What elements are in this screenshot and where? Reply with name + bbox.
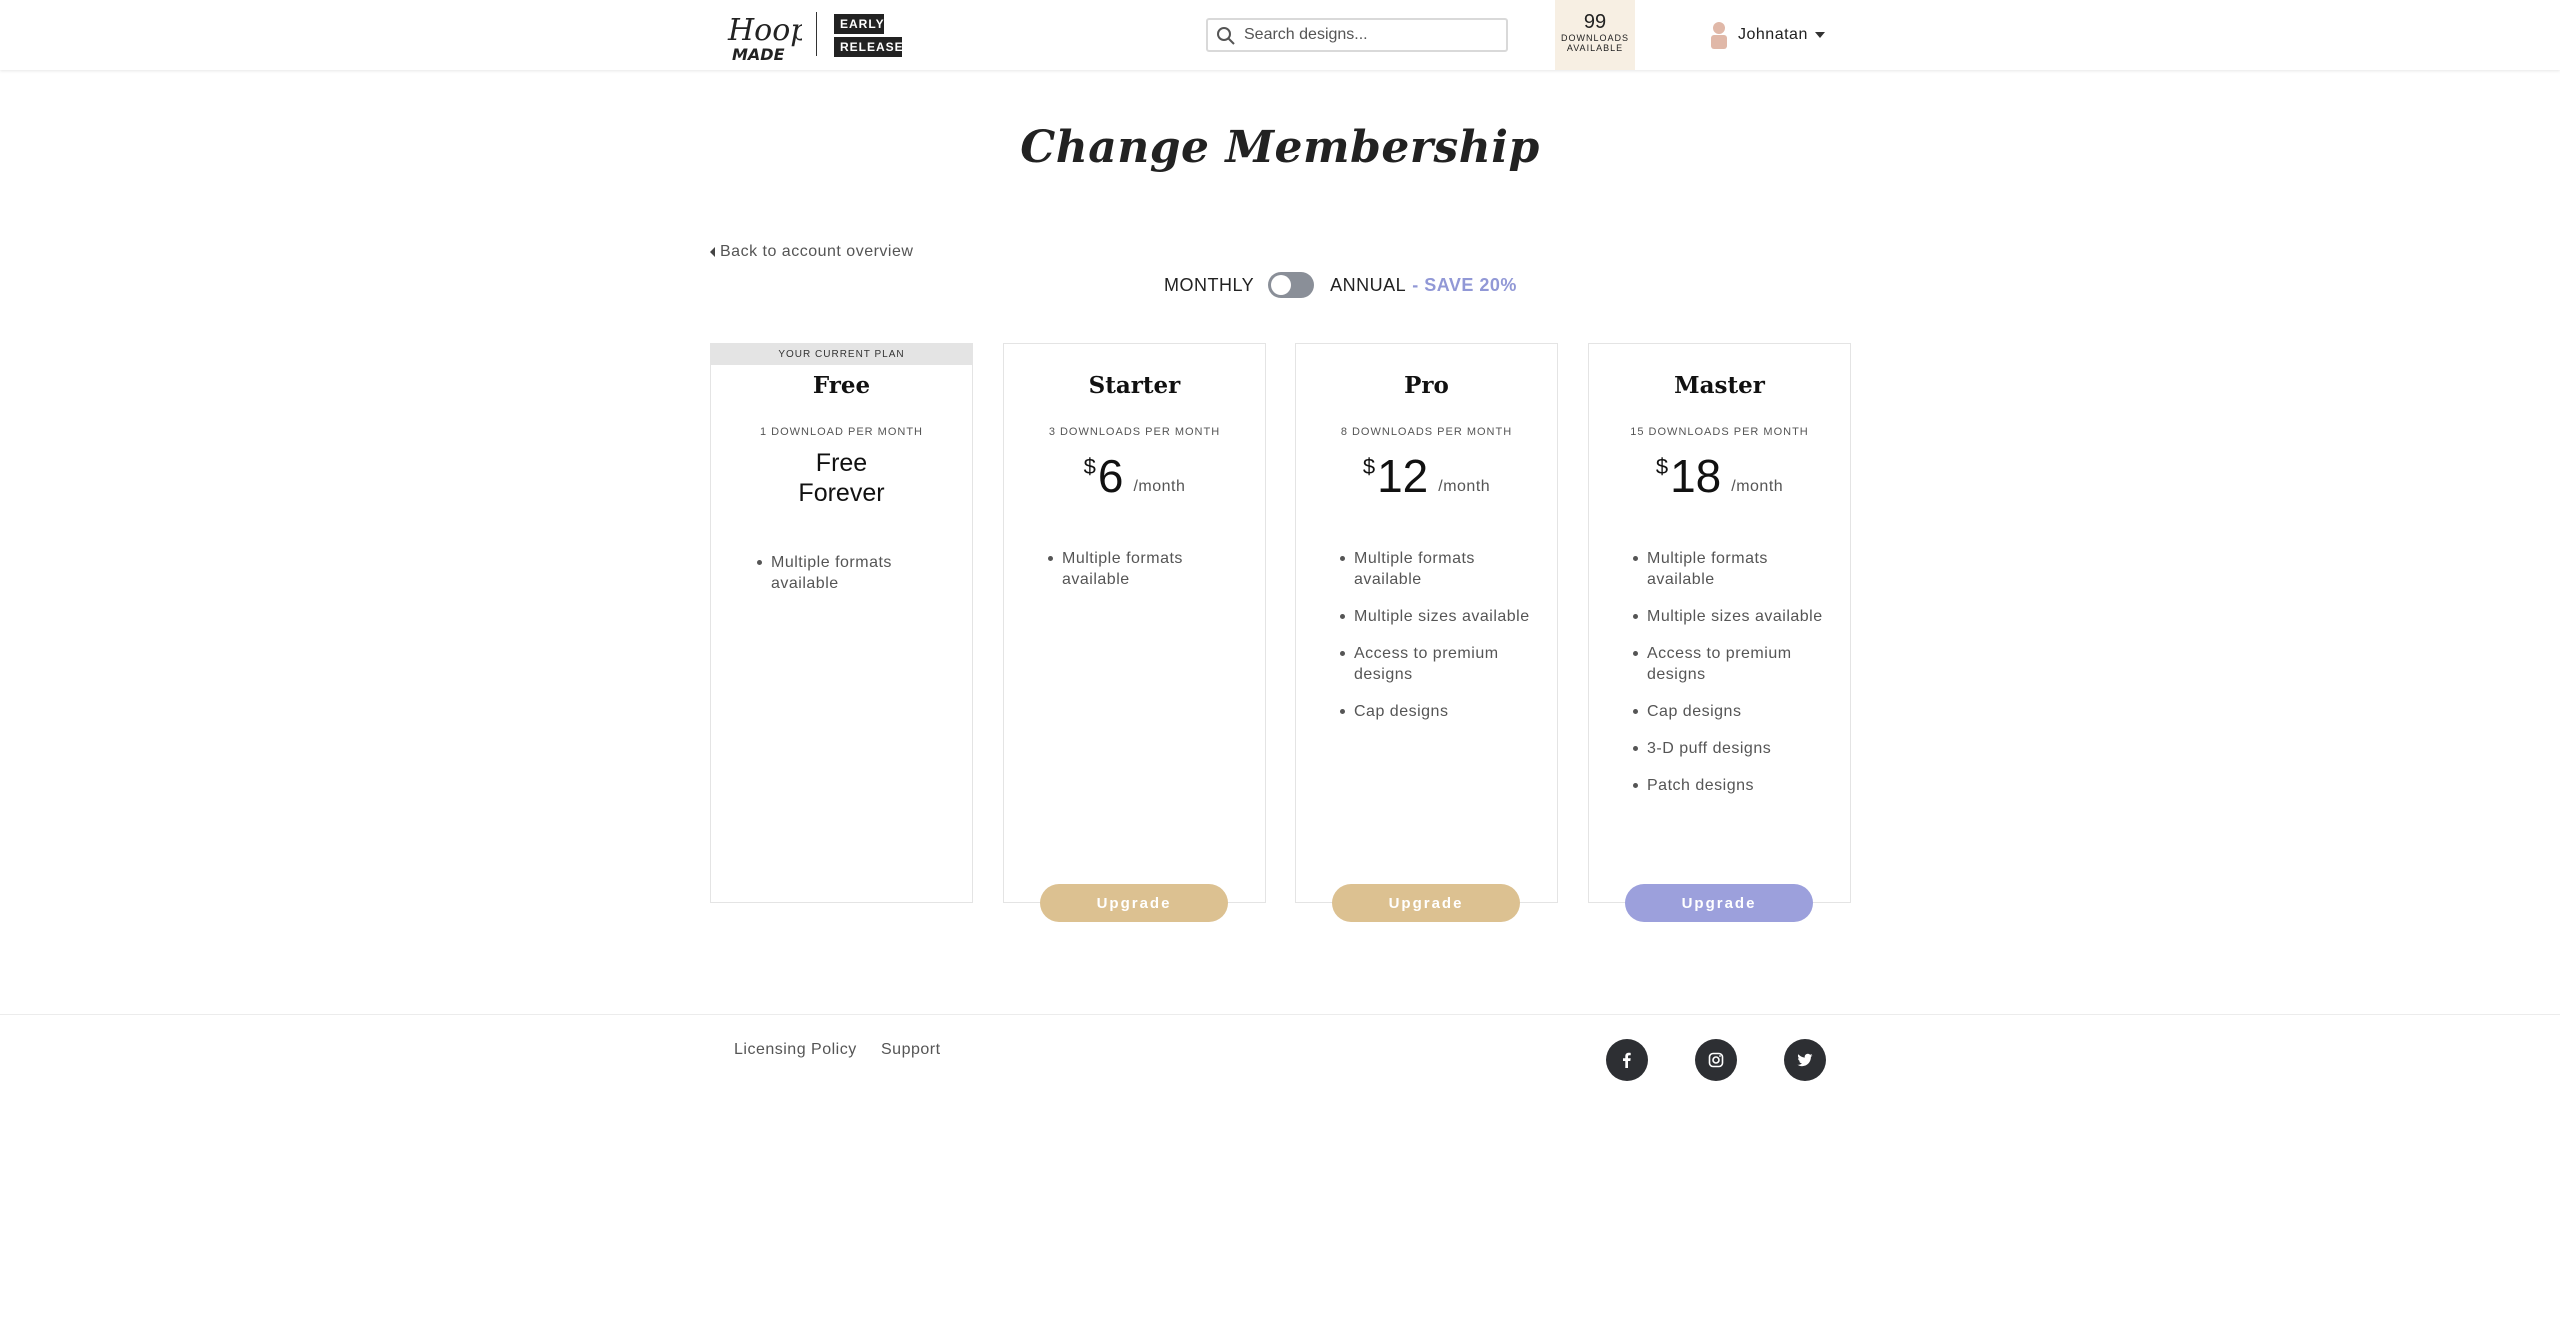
- plan-downloads: 3 DOWNLOADS PER MONTH: [1048, 426, 1221, 438]
- billing-toggle[interactable]: [1268, 272, 1315, 298]
- save-percent-label: - SAVE 20%: [1412, 274, 1517, 295]
- instagram-button[interactable]: [1695, 1039, 1737, 1081]
- downloads-count: 99: [1583, 11, 1607, 33]
- plan-card-free: YOUR CURRENT PLAN Free 1 DOWNLOAD PER MO…: [710, 343, 973, 903]
- page-title: Change Membership: [1020, 122, 1540, 173]
- search-input[interactable]: [1244, 24, 1500, 46]
- plan-name: Free: [812, 372, 871, 399]
- badge-early: EARLY: [834, 14, 884, 34]
- feature-item: Multiple formats available: [1048, 548, 1248, 590]
- feature-list: Multiple formats available Multiple size…: [1633, 548, 1833, 812]
- plan-price: $ 12 /month: [1296, 448, 1557, 504]
- feature-item: Multiple sizes available: [1340, 606, 1540, 627]
- search-icon: [1217, 27, 1235, 45]
- feature-list: Multiple formats available: [1048, 548, 1248, 606]
- svg-text:MADE: MADE: [732, 45, 785, 64]
- price-currency: $: [1655, 454, 1669, 479]
- feature-item: Cap designs: [1340, 701, 1540, 722]
- plan-card-pro: Pro 8 DOWNLOADS PER MONTH $ 12 /month Mu…: [1295, 343, 1558, 903]
- top-header: Hoop MADE EARLY RELEASE 99 DOWNLOADS AVA…: [0, 0, 2560, 70]
- price-currency: $: [1083, 454, 1096, 479]
- toggle-knob: [1271, 275, 1292, 295]
- feature-item: Multiple formats available: [757, 552, 957, 594]
- hoopmade-logo[interactable]: Hoop MADE: [724, 8, 802, 64]
- upgrade-starter-button[interactable]: Upgrade: [1040, 884, 1228, 922]
- feature-item: Multiple formats available: [1340, 548, 1540, 590]
- downloads-label: DOWNLOADS: [1560, 33, 1629, 43]
- logo-divider: [816, 12, 817, 56]
- annual-label[interactable]: ANNUAL: [1330, 275, 1406, 296]
- downloads-available: 99 DOWNLOADS AVAILABLE: [1555, 0, 1635, 70]
- plan-name: Master: [1674, 372, 1765, 399]
- plan-name: Pro: [1404, 372, 1449, 399]
- feature-item: Access to premium designs: [1633, 643, 1833, 685]
- feature-list: Multiple formats available Multiple size…: [1340, 548, 1540, 738]
- plan-downloads: 1 DOWNLOAD PER MONTH: [759, 426, 923, 438]
- search-box[interactable]: [1206, 18, 1508, 52]
- feature-list: Multiple formats available: [757, 552, 957, 610]
- price-line-1: Free: [815, 449, 868, 477]
- licensing-policy-link[interactable]: Licensing Policy: [734, 1041, 857, 1059]
- price-amount: 18: [1670, 450, 1722, 502]
- facebook-button[interactable]: [1606, 1039, 1648, 1081]
- plan-card-starter: Starter 3 DOWNLOADS PER MONTH $ 6 /month…: [1003, 343, 1266, 903]
- back-link-label: Back to account overview: [720, 243, 914, 260]
- twitter-button[interactable]: [1784, 1039, 1826, 1081]
- plan-card-master: Master 15 DOWNLOADS PER MONTH $ 18 /mont…: [1588, 343, 1851, 903]
- feature-item: Patch designs: [1633, 775, 1833, 796]
- price-amount: 6: [1097, 450, 1124, 502]
- plan-price: $ 6 /month: [1004, 448, 1265, 504]
- price-period: /month: [1438, 478, 1491, 495]
- back-to-account-link[interactable]: Back to account overview: [710, 243, 913, 261]
- price-amount: 12: [1377, 450, 1429, 502]
- instagram-icon: [1708, 1052, 1724, 1068]
- user-name: Johnatan: [1738, 26, 1808, 43]
- user-avatar-icon: [1711, 22, 1727, 49]
- plan-price: Free Forever: [711, 448, 972, 508]
- plan-name: Starter: [1088, 372, 1181, 399]
- upgrade-master-button[interactable]: Upgrade: [1625, 884, 1813, 922]
- badge-release: RELEASE: [834, 37, 903, 57]
- monthly-label[interactable]: MONTHLY: [1164, 275, 1254, 296]
- billing-period-switch: MONTHLY ANNUAL - SAVE 20%: [1164, 270, 1517, 300]
- support-link[interactable]: Support: [881, 1041, 941, 1059]
- plan-downloads: 8 DOWNLOADS PER MONTH: [1340, 426, 1513, 438]
- svg-text:Hoop: Hoop: [727, 13, 802, 48]
- available-label: AVAILABLE: [1566, 43, 1624, 53]
- footer-divider: [0, 1014, 2560, 1015]
- price-period: /month: [1731, 478, 1784, 495]
- plan-downloads: 15 DOWNLOADS PER MONTH: [1630, 426, 1809, 438]
- price-currency: $: [1362, 454, 1376, 479]
- user-menu[interactable]: Johnatan: [1710, 20, 1825, 50]
- twitter-icon: [1797, 1053, 1813, 1067]
- facebook-icon: [1623, 1052, 1631, 1068]
- feature-item: Cap designs: [1633, 701, 1833, 722]
- price-line-2: Forever: [798, 479, 885, 507]
- chevron-left-icon: [710, 247, 715, 257]
- current-plan-tag: YOUR CURRENT PLAN: [711, 344, 972, 365]
- plan-price: $ 18 /month: [1589, 448, 1850, 504]
- feature-item: Multiple sizes available: [1633, 606, 1833, 627]
- feature-item: Access to premium designs: [1340, 643, 1540, 685]
- upgrade-pro-button[interactable]: Upgrade: [1332, 884, 1520, 922]
- price-period: /month: [1133, 478, 1186, 495]
- feature-item: 3-D puff designs: [1633, 738, 1833, 759]
- chevron-down-icon: [1814, 32, 1825, 38]
- early-release-badge: EARLY RELEASE: [834, 14, 903, 60]
- feature-item: Multiple formats available: [1633, 548, 1833, 590]
